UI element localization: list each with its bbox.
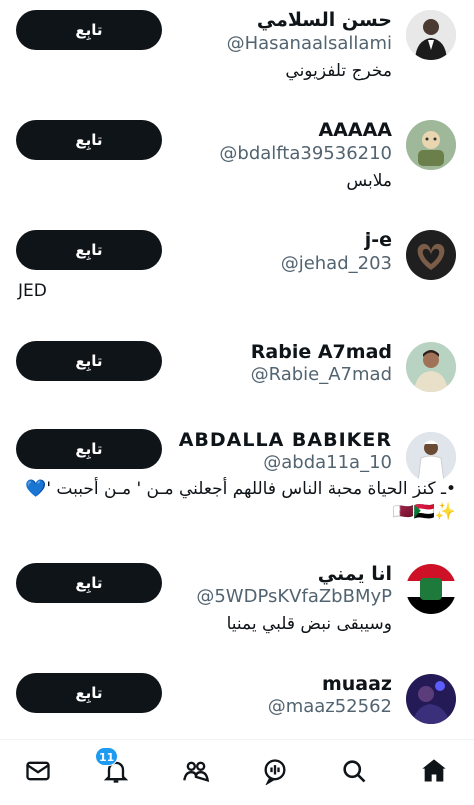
user-avatar[interactable] <box>406 120 456 170</box>
tab-search[interactable] <box>337 754 371 788</box>
user-name: muaaz <box>321 673 392 695</box>
follow-button[interactable]: تابِع <box>16 429 162 469</box>
user-handle: @jehad_203 <box>280 253 392 274</box>
home-icon <box>422 759 446 782</box>
user-name: ABDALLA BABIKER <box>178 429 392 451</box>
spaces-icon <box>264 759 286 785</box>
user-handle: @bdalfta39536210 <box>219 143 392 164</box>
user-name: انا يمني <box>317 563 392 585</box>
user-avatar[interactable] <box>406 342 456 392</box>
tab-notifications[interactable]: 11 <box>95 747 133 788</box>
user-name: j-e <box>364 229 392 251</box>
follow-button[interactable]: تابِع <box>16 673 162 713</box>
user-name: AAAAA <box>318 119 392 141</box>
follow-button[interactable]: تابِع <box>16 230 162 270</box>
user-avatar[interactable] <box>406 10 456 60</box>
user-bio: ملابس <box>346 171 392 191</box>
user-name: Rabie A7mad <box>250 341 392 363</box>
follow-button[interactable]: تابِع <box>16 120 162 160</box>
user-handle: @maaz52562 <box>267 696 392 717</box>
bottom-tab-bar: 11 <box>0 739 474 805</box>
tab-spaces[interactable] <box>258 754 292 788</box>
user-handle: @Hasanaalsallami <box>226 33 392 54</box>
tab-messages[interactable] <box>21 754 55 788</box>
user-avatar[interactable] <box>406 564 456 614</box>
user-bio: JED <box>18 281 47 301</box>
user-avatar[interactable] <box>406 674 456 724</box>
tab-home[interactable] <box>417 754 451 788</box>
tab-communities[interactable] <box>179 754 213 788</box>
user-handle: @Rabie_A7mad <box>250 364 392 385</box>
user-handle: @abda11a_10 <box>263 452 392 473</box>
user-bio: وسيبقى نبض قلبي يمنيا <box>226 614 392 634</box>
mail-icon <box>26 761 50 781</box>
user-avatar[interactable] <box>406 432 456 482</box>
user-handle: @5WDPsKVfaZbBMyP <box>196 586 392 607</box>
follow-button[interactable]: تابِع <box>16 10 162 50</box>
follow-button[interactable]: تابِع <box>16 563 162 603</box>
user-name: حسن السلامي <box>256 9 392 31</box>
user-bio: •ـ كنز الحياة محبة الناس فاللهم أجعلني م… <box>25 479 456 522</box>
notifications-badge: 11 <box>95 747 119 766</box>
user-avatar[interactable] <box>406 230 456 280</box>
search-icon <box>343 760 366 783</box>
people-icon <box>183 761 210 782</box>
follow-button[interactable]: تابِع <box>16 341 162 381</box>
user-bio: مخرج تلفزيوني <box>285 61 392 81</box>
